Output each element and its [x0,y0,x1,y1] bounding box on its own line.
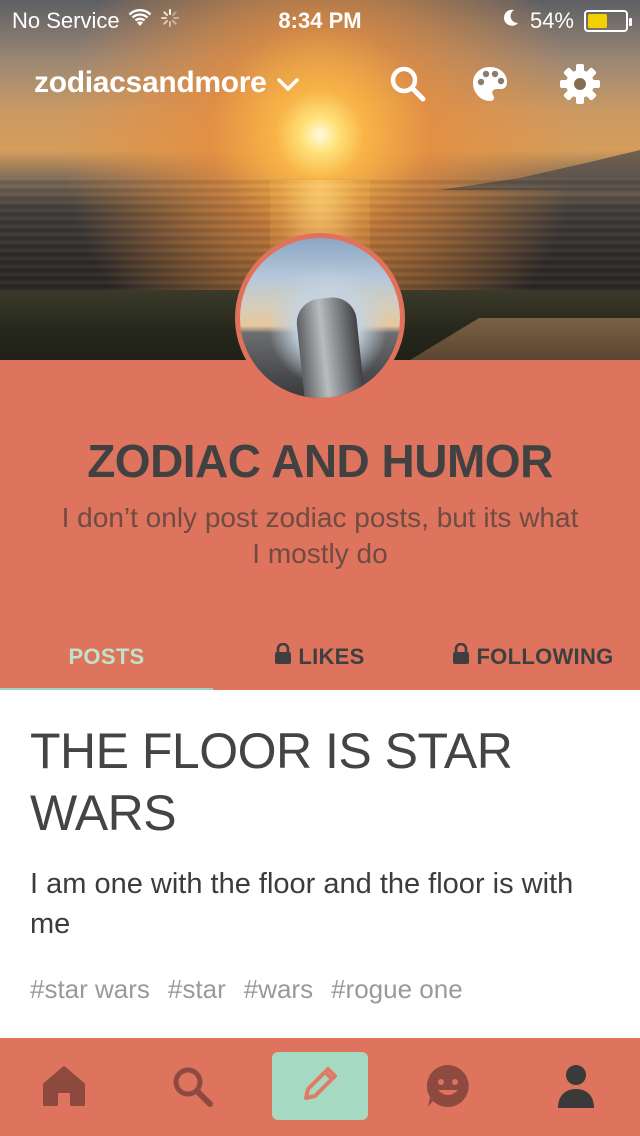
smiley-chat-icon[interactable] [400,1052,496,1120]
battery-percent: 54% [529,8,574,33]
chevron-down-icon [276,66,299,100]
post-tag[interactable]: #star wars [30,974,150,1005]
lock-icon [452,642,470,671]
avatar[interactable] [235,233,405,403]
palette-icon[interactable] [468,62,512,106]
battery-fill [588,14,608,28]
tab-posts[interactable]: POSTS [0,624,213,690]
status-bar: No Service 8:34 PM 54% [0,0,640,40]
post-tag[interactable]: #rogue one [331,974,463,1005]
search-icon[interactable] [144,1052,240,1120]
avatar-cannon [294,295,366,398]
compose-button[interactable] [272,1052,368,1120]
post-tags: #star wars #star #wars #rogue one [30,974,610,1005]
pencil-icon [296,1060,344,1113]
tab-following-label: FOLLOWING [476,644,614,669]
nav-bar: zodiacsandmore [0,58,640,114]
moon-icon [502,8,520,34]
person-icon[interactable] [528,1052,624,1120]
profile-header: ZODIAC AND HUMOR I don’t only post zodia… [0,360,640,692]
home-icon[interactable] [16,1052,112,1120]
bottom-tab-bar [0,1038,640,1136]
gear-icon[interactable] [558,62,602,106]
battery-icon [584,10,632,32]
tab-likes[interactable]: LIKES [213,624,426,690]
post-body: I am one with the floor and the floor is… [30,868,574,940]
blog-title: ZODIAC AND HUMOR [87,435,553,487]
tab-posts-label: POSTS [68,644,145,669]
post-title: THE FLOOR IS STAR WARS [30,723,513,841]
post-tag[interactable]: #wars [244,974,313,1005]
profile-tabs: POSTS LIKES FOLLOWING [0,624,640,692]
tab-following[interactable]: FOLLOWING [426,624,640,690]
blog-description: I don’t only post zodiac posts, but its … [61,502,579,569]
tab-likes-label: LIKES [298,644,365,669]
search-icon[interactable] [386,62,430,106]
post-tag[interactable]: #star [168,974,226,1005]
post-card[interactable]: THE FLOOR IS STAR WARS I am one with the… [0,690,640,1038]
lock-icon [274,642,292,671]
blog-name: zodiacsandmore [34,66,267,99]
blog-switcher[interactable]: zodiacsandmore [34,66,299,100]
